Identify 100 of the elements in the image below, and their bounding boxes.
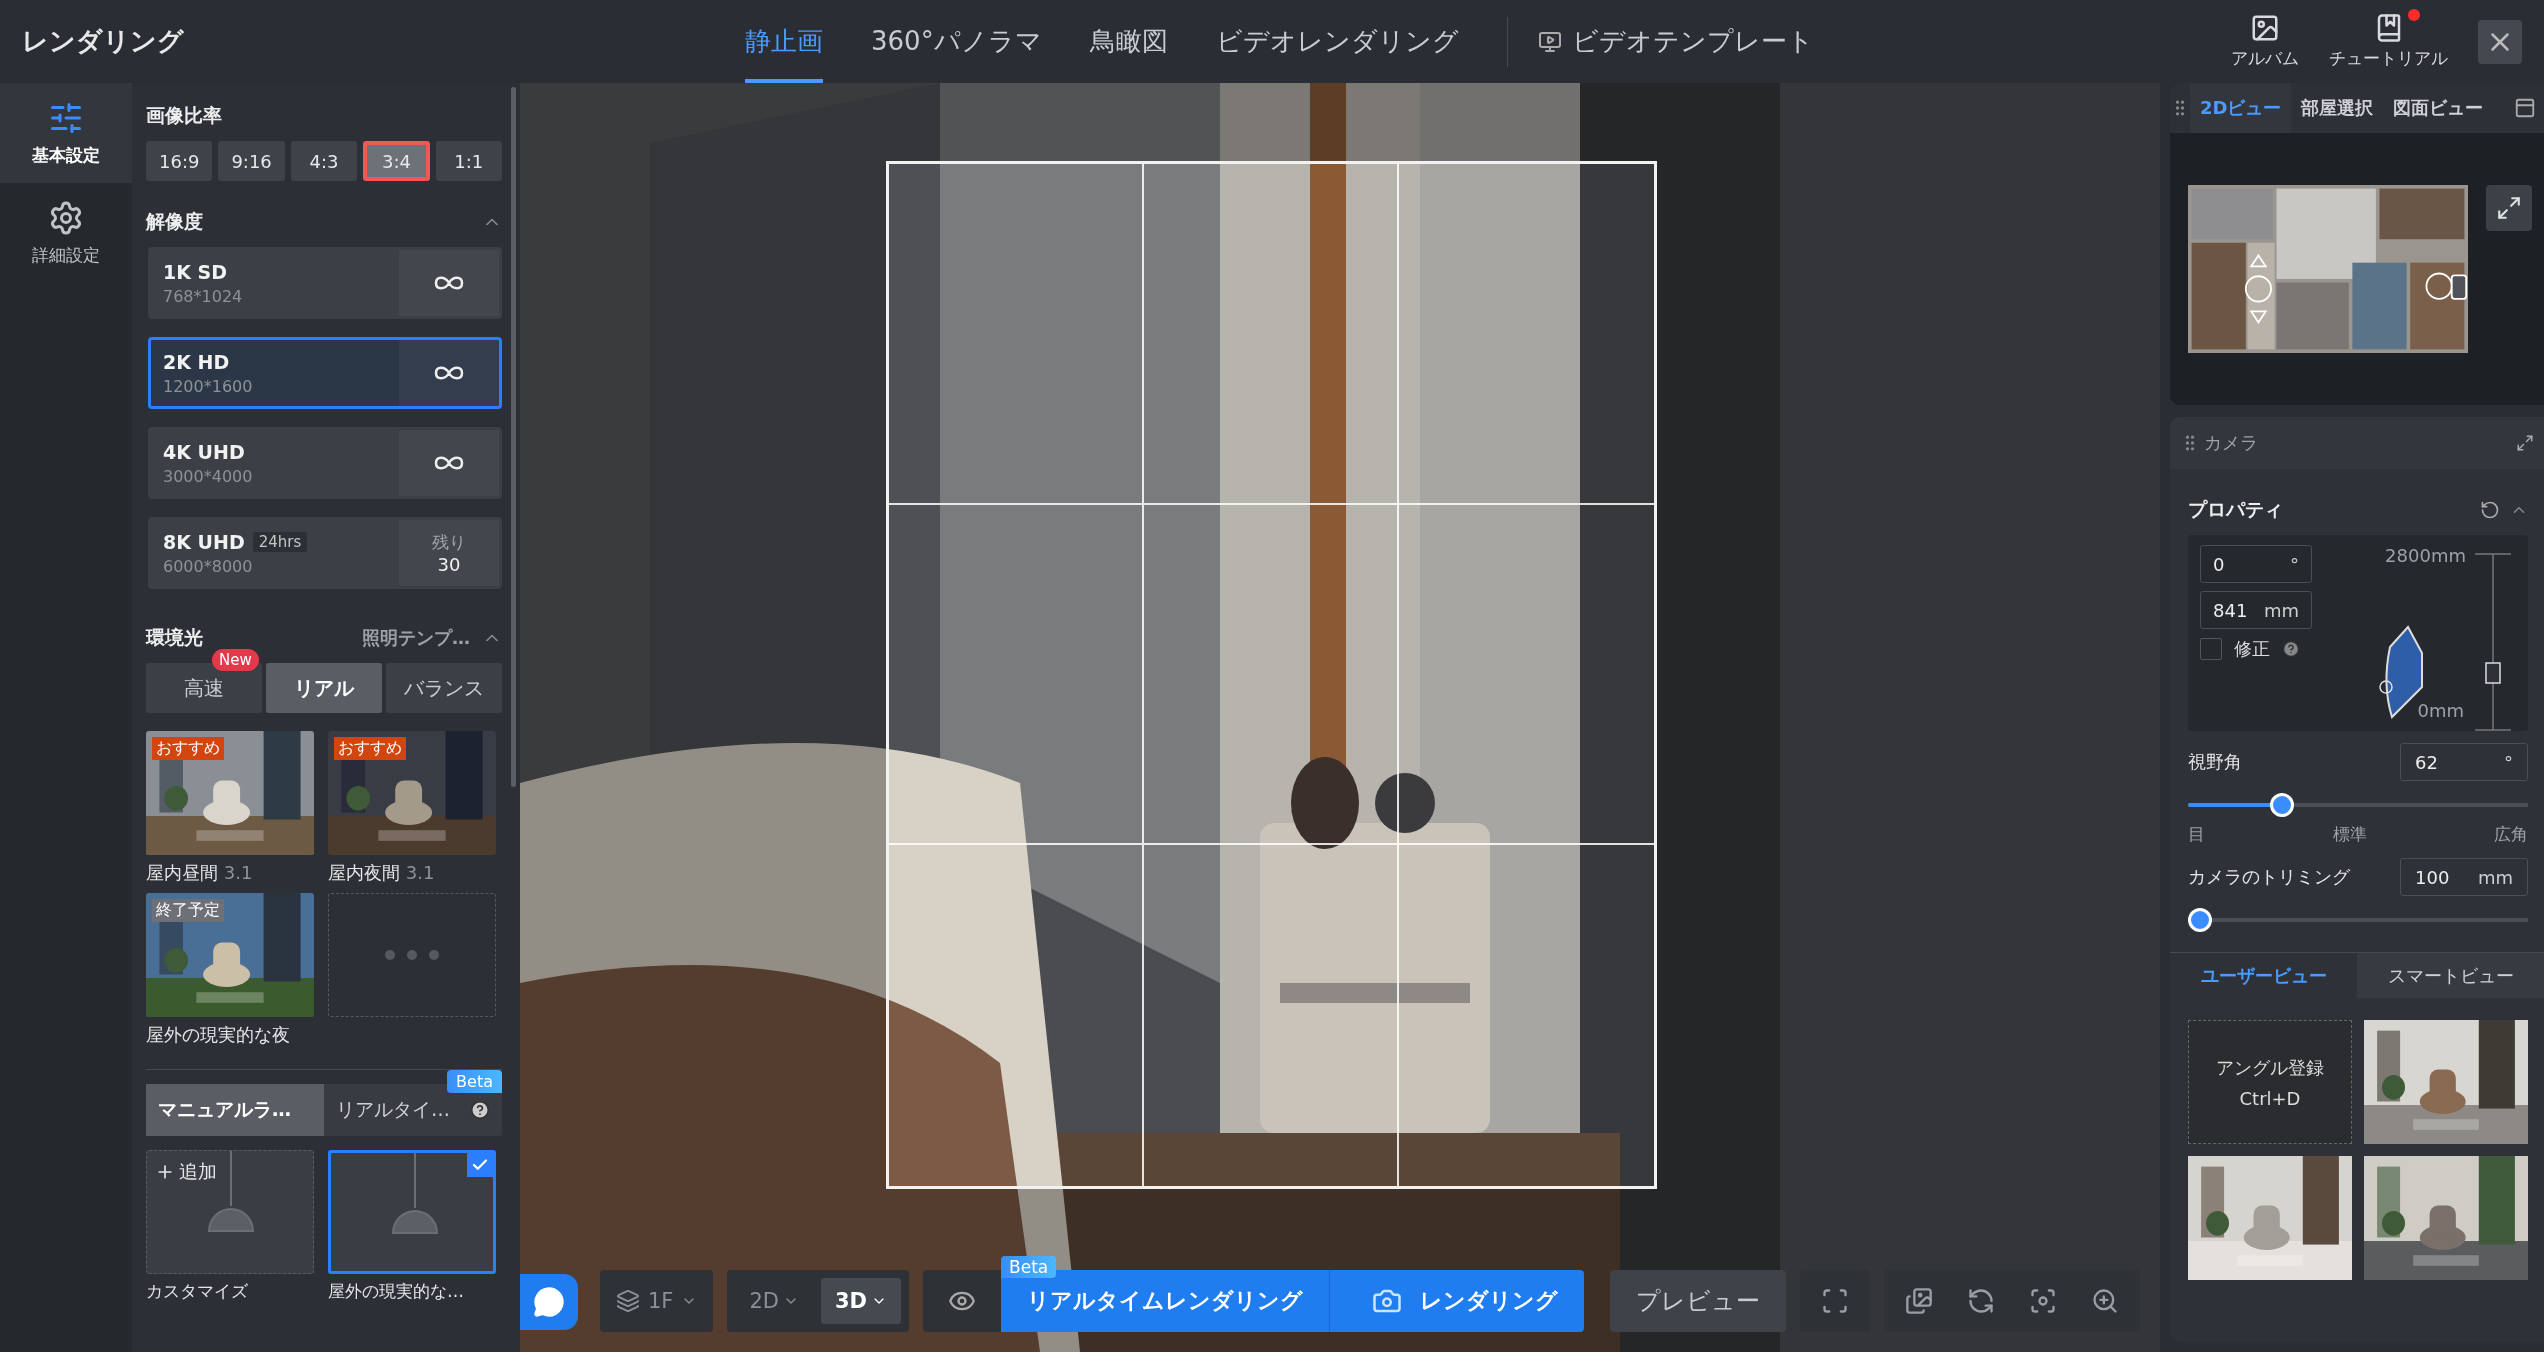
monitor-icon	[1537, 29, 1562, 54]
light-source-tab[interactable]: マニュアルラ…	[146, 1084, 324, 1136]
lighting-preset-thumbnail[interactable]: 終了予定	[146, 893, 314, 1017]
checkbox-label: 修正	[2234, 637, 2270, 661]
preset-tag: おすすめ	[152, 737, 224, 760]
light-name: 屋外の現実的な…	[328, 1280, 465, 1303]
trim-field[interactable]: 100 mm	[2400, 858, 2528, 896]
expand-icon[interactable]	[2516, 434, 2534, 452]
expand-button[interactable]	[2486, 185, 2532, 231]
help-icon[interactable]	[470, 1100, 490, 1120]
height-min-label: 0mm	[2417, 700, 2464, 721]
resolution-size: 768*1024	[163, 286, 244, 306]
section-title: 画像比率	[146, 103, 222, 128]
duration-tag: 24hrs	[252, 531, 308, 552]
chat-icon	[533, 1286, 565, 1318]
tick-label: 広角	[2494, 823, 2528, 846]
images-icon	[1905, 1287, 1934, 1315]
resolution-option[interactable]: 8K UHD 24hrs 6000*8000 残り 30	[148, 517, 502, 589]
infinity-icon	[433, 364, 465, 382]
lighting-template-link[interactable]: 照明テンプ…	[362, 626, 470, 650]
resolution-size: 1200*1600	[163, 376, 254, 396]
save-angle-button[interactable]: アングル登録 Ctrl+D	[2188, 1020, 2352, 1144]
checkbox[interactable]	[2200, 638, 2222, 660]
remaining-count: 30	[437, 554, 461, 575]
reset-icon[interactable]	[2480, 500, 2500, 520]
light-card[interactable]: 追加	[146, 1150, 314, 1274]
preset-name: 屋内夜間 3.1	[328, 861, 436, 885]
view-tab[interactable]: 2Dビュー	[2190, 83, 2292, 133]
slider-thumb[interactable]	[2270, 793, 2295, 817]
resolution-name: 8K UHD	[163, 530, 245, 553]
panel-icon[interactable]	[2514, 97, 2536, 119]
preset-tag: 終了予定	[152, 899, 224, 922]
ratio-button[interactable]: 3:4	[363, 141, 430, 181]
ratio-button[interactable]: 16:9	[146, 141, 213, 181]
ratio-button[interactable]: 4:3	[290, 141, 358, 181]
remaining-label: 残り	[432, 531, 466, 554]
ratio-button[interactable]: 1:1	[435, 141, 503, 181]
preset-tag: おすすめ	[334, 737, 406, 760]
tick-label: 目	[2188, 823, 2205, 846]
height-field[interactable]: 841 mm	[2200, 591, 2312, 629]
expand-icon	[2496, 195, 2522, 221]
lighting-mode-tab[interactable]: バランス	[386, 663, 502, 713]
resolution-size: 6000*8000	[163, 556, 254, 576]
resolution-option[interactable]: 2K HD 1200*1600	[148, 337, 502, 409]
settings-icon	[48, 199, 84, 236]
slider-thumb[interactable]	[2188, 908, 2212, 932]
side-nav-item[interactable]: 基本設定	[0, 83, 132, 183]
resolution-name: 4K UHD	[163, 440, 245, 463]
view-tab[interactable]: 部屋選択	[2291, 83, 2384, 133]
new-badge: New	[212, 649, 259, 671]
view-tab[interactable]: 図面ビュー	[2383, 83, 2494, 133]
section-title: プロパティ	[2188, 497, 2283, 522]
close-button[interactable]	[2478, 19, 2522, 64]
crop-frame[interactable]	[886, 161, 1657, 1189]
resolution-option[interactable]: 4K UHD 3000*4000	[148, 427, 502, 499]
side-nav-item[interactable]: 詳細設定	[0, 183, 132, 283]
preview-button[interactable]: プレビュー	[1610, 1270, 1787, 1332]
focus-icon	[2029, 1287, 2058, 1315]
angle-field[interactable]: 0 °	[2200, 545, 2312, 583]
toolbar-action[interactable]: アルバム	[2231, 13, 2299, 70]
refresh-icon	[1967, 1287, 1996, 1315]
chat-button[interactable]	[520, 1274, 578, 1330]
height-max-label: 2800mm	[2385, 545, 2466, 566]
lighting-mode-tab[interactable]: リアル	[266, 663, 382, 713]
video-template-button[interactable]: ビデオテンプレート	[1537, 24, 1814, 59]
resolution-size: 3000*4000	[163, 466, 254, 486]
resolution-name: 2K HD	[163, 350, 230, 373]
check-icon	[467, 1153, 493, 1177]
field-label: 視野角	[2188, 750, 2242, 774]
view-list-tab[interactable]: スマートビュー	[2357, 953, 2544, 998]
beta-badge: Beta	[447, 1070, 502, 1093]
preset-name: 屋内昼間 3.1	[146, 861, 254, 885]
infinity-icon	[433, 274, 465, 292]
light-name: カスタマイズ	[146, 1280, 249, 1303]
picture-icon	[2250, 13, 2280, 43]
panel-title: カメラ	[2204, 431, 2258, 455]
view-list-tab[interactable]: ユーザービュー	[2170, 953, 2357, 998]
toolbar-action[interactable]: チュートリアル	[2329, 13, 2448, 70]
ratio-button[interactable]: 9:16	[218, 141, 285, 181]
lighting-preset-thumbnail[interactable]: おすすめ	[328, 731, 496, 855]
resolution-option[interactable]: 1K SD 768*1024	[148, 247, 502, 319]
infinity-icon	[433, 454, 465, 472]
fov-field[interactable]: 62 °	[2400, 743, 2528, 781]
more-icon	[384, 949, 440, 961]
mode-tab[interactable]: 360°パノラマ	[871, 0, 1042, 83]
visibility-button[interactable]	[923, 1270, 1002, 1332]
tick-label: 標準	[2332, 823, 2367, 846]
view-mode-button[interactable]: 3D	[821, 1278, 902, 1324]
beta-badge: Beta	[1001, 1256, 1057, 1278]
lighting-preset-thumbnail[interactable]: おすすめ	[146, 731, 314, 855]
scrollbar[interactable]	[511, 87, 516, 787]
resolution-name: 1K SD	[163, 260, 227, 283]
render-button[interactable]: レンダリング	[1329, 1270, 1585, 1332]
mode-tab[interactable]: ビデオレンダリング	[1215, 0, 1459, 83]
help-icon[interactable]	[2282, 640, 2300, 658]
light-card[interactable]	[328, 1150, 496, 1274]
app-title: レンダリング	[21, 25, 185, 58]
view-mode-button[interactable]: 2D	[735, 1278, 813, 1324]
mode-tab[interactable]: 鳥瞰図	[1089, 0, 1168, 83]
add-light-button[interactable]: 追加	[155, 1159, 217, 1185]
